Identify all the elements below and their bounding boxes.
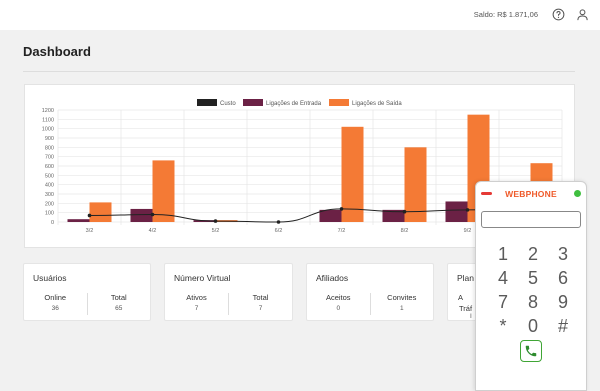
y-tick-label: 200 [45, 201, 54, 207]
y-tick-label: 500 [45, 173, 54, 179]
x-tick-label: 7/2 [338, 228, 346, 234]
card-stat: Total 7 [228, 293, 292, 315]
dial-key[interactable]: 6 [548, 266, 578, 290]
card-stat: Convites 1 [369, 293, 434, 315]
stat-value: I [470, 313, 472, 320]
stat-value: 65 [115, 305, 123, 312]
y-tick-label: 900 [45, 136, 54, 142]
user-icon[interactable] [576, 8, 589, 21]
stat-label: Aceitos [325, 293, 351, 302]
y-tick-label: 300 [45, 192, 54, 198]
bar [89, 202, 112, 222]
title-divider [23, 71, 575, 72]
top-bar: Saldo: R$ 1.871,06 [0, 0, 600, 30]
card-stat: Aceitos 0 [307, 293, 370, 315]
y-tick-label: 600 [45, 164, 54, 170]
card-title: Afiliados [316, 273, 349, 283]
y-tick-label: 1100 [42, 117, 54, 123]
dial-key[interactable]: 3 [548, 242, 578, 266]
status-dot-icon [574, 190, 581, 197]
dial-key[interactable]: * [488, 314, 518, 338]
line-point [87, 213, 92, 218]
help-icon[interactable] [552, 8, 565, 21]
virtual-number-card: Número Virtual Ativos 7 Total 7 [164, 263, 293, 321]
dial-key[interactable]: # [548, 314, 578, 338]
dial-input[interactable] [481, 211, 581, 228]
y-tick-label: 1200 [42, 108, 54, 114]
users-card: Usuários Online 36 Total 65 [23, 263, 151, 321]
dial-key[interactable]: 4 [488, 266, 518, 290]
stat-value: 36 [51, 305, 59, 312]
dial-key[interactable]: 2 [518, 242, 548, 266]
stat-label: Total [110, 293, 127, 302]
stat-value: 1 [399, 305, 404, 312]
stat-value: 0 [336, 305, 341, 312]
x-tick-label: 6/2 [275, 228, 283, 234]
stat-label: Tráf [459, 304, 473, 313]
card-title: Plan [457, 273, 475, 283]
webphone-title: WEBPHONE [505, 189, 557, 199]
legend-label: Ligações de Entrada [266, 101, 322, 107]
card-stat: Total 65 [86, 293, 151, 315]
dial-key[interactable]: 1 [488, 242, 518, 266]
card-stat: Online 36 [24, 293, 87, 315]
bar [67, 219, 90, 222]
stat-label: Total [252, 293, 269, 302]
line-point [339, 207, 344, 211]
x-tick-label: 3/2 [86, 228, 94, 234]
x-tick-label: 9/2 [464, 228, 472, 234]
dial-key[interactable]: 0 [518, 314, 548, 338]
line-point [213, 219, 218, 223]
legend-label: Ligações de Saída [352, 101, 402, 107]
bar [319, 209, 342, 222]
phone-icon [525, 345, 537, 357]
dial-key[interactable]: 7 [488, 290, 518, 314]
y-tick-label: 1000 [42, 127, 54, 133]
bar [341, 126, 364, 222]
line-point [276, 220, 281, 224]
x-tick-label: 8/2 [401, 228, 409, 234]
bar [445, 201, 468, 222]
page-title: Dashboard [23, 44, 91, 59]
dial-key[interactable]: 8 [518, 290, 548, 314]
legend-swatch [243, 99, 263, 106]
stat-label: Ativos [186, 293, 207, 302]
stat-label: Convites [387, 293, 417, 302]
legend-swatch [329, 99, 349, 106]
bar [130, 208, 153, 222]
x-tick-label: 5/2 [212, 228, 220, 234]
x-tick-label: 4/2 [149, 228, 157, 234]
line-point [465, 208, 470, 212]
bar [152, 160, 175, 222]
card-title: Usuários [33, 273, 67, 283]
y-tick-label: 100 [45, 211, 54, 217]
card-title: Número Virtual [174, 273, 231, 283]
stat-value: 7 [194, 305, 199, 312]
balance-text: Saldo: R$ 1.871,06 [473, 10, 538, 19]
y-tick-label: 800 [45, 145, 54, 151]
legend-label: Custo [220, 101, 236, 107]
dial-key[interactable]: 9 [548, 290, 578, 314]
y-tick-label: 700 [45, 155, 54, 161]
y-tick-label: 400 [45, 183, 54, 189]
dial-key[interactable]: 5 [518, 266, 548, 290]
webphone-panel: WEBPHONE 1 2 3 4 5 6 7 8 9 * 0 # [475, 181, 587, 391]
bar [404, 147, 427, 222]
line-point [402, 209, 407, 214]
card-stat: Ativos 7 [165, 293, 228, 315]
line-point [150, 212, 155, 217]
legend-swatch [197, 99, 217, 106]
affiliates-card: Afiliados Aceitos 0 Convites 1 [306, 263, 434, 321]
y-tick-label: 0 [51, 220, 54, 226]
call-button[interactable] [520, 340, 542, 362]
stat-value: 7 [258, 305, 263, 312]
stat-label: Online [44, 293, 67, 302]
dial-keypad: 1 2 3 4 5 6 7 8 9 * 0 # [488, 242, 578, 338]
